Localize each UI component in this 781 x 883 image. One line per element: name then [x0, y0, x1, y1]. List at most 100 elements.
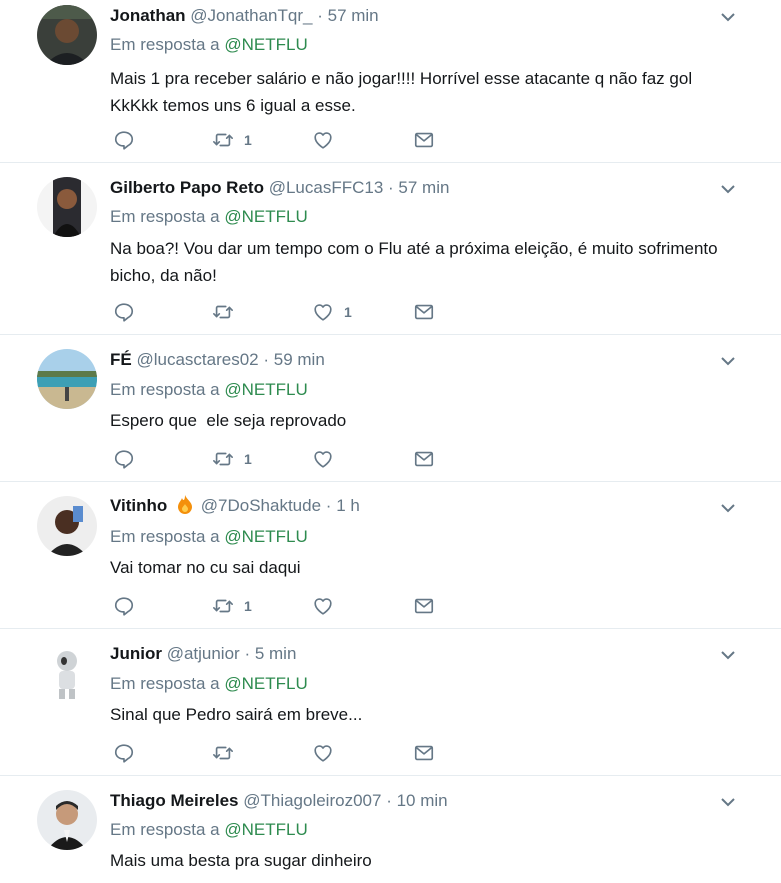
separator: · — [325, 496, 332, 515]
tweet-text: Mais 1 pra receber salário e não jogar!!… — [110, 65, 750, 119]
username[interactable]: @lucasctares02 — [136, 350, 258, 369]
username[interactable]: @Thiagoleiroz007 — [243, 791, 381, 810]
tweet-actions: 1 — [110, 128, 450, 152]
heart-icon — [314, 132, 332, 149]
like-button[interactable] — [312, 447, 344, 471]
chevron-down-icon[interactable] — [720, 182, 736, 196]
reply-icon — [114, 131, 134, 150]
timestamp[interactable]: 5 min — [255, 644, 297, 663]
reply-context: Em resposta a @NETFLU — [110, 206, 308, 228]
retweet-button[interactable]: 1 — [212, 447, 252, 471]
retweet-button[interactable]: 1 — [212, 128, 252, 152]
reply-button[interactable] — [113, 300, 135, 324]
tweet-text: Vai tomar no cu sai daqui — [110, 554, 750, 581]
username[interactable]: @7DoShaktude — [201, 496, 321, 515]
chevron-down-icon[interactable] — [720, 501, 736, 515]
envelope-icon — [414, 451, 434, 467]
timestamp[interactable]: 1 h — [336, 496, 360, 515]
avatar[interactable] — [37, 643, 97, 703]
like-count: 1 — [344, 304, 352, 320]
tweet-header: Jonathan @JonathanTqr_ · 57 min — [110, 5, 379, 27]
tweet-text-line: Mais 1 pra receber salário e não jogar!!… — [110, 69, 693, 88]
direct-message-button[interactable] — [413, 300, 435, 324]
envelope-icon — [414, 304, 434, 320]
avatar[interactable] — [37, 177, 97, 237]
mention-link[interactable]: @NETFLU — [224, 674, 307, 693]
mention-link[interactable]: @NETFLU — [224, 35, 307, 54]
heart-icon — [314, 451, 332, 468]
tweet-header: Gilberto Papo Reto @LucasFFC13 · 57 min — [110, 177, 449, 199]
chevron-down-icon[interactable] — [720, 10, 736, 24]
avatar[interactable] — [37, 349, 97, 409]
tweet[interactable]: Thiago Meireles @Thiagoleiroz007 · 10 mi… — [0, 776, 781, 883]
retweet-icon — [213, 452, 233, 466]
mention-link[interactable]: @NETFLU — [224, 527, 307, 546]
heart-icon — [314, 598, 332, 615]
retweet-icon — [213, 599, 233, 613]
separator: · — [263, 350, 270, 369]
timestamp[interactable]: 57 min — [398, 178, 449, 197]
display-name[interactable]: Vitinho — [110, 496, 167, 515]
chevron-down-icon[interactable] — [720, 648, 736, 662]
chevron-down-icon[interactable] — [720, 795, 736, 809]
reply-button[interactable] — [113, 447, 135, 471]
tweet-header: Thiago Meireles @Thiagoleiroz007 · 10 mi… — [110, 790, 448, 812]
direct-message-button[interactable] — [413, 128, 435, 152]
retweet-icon — [213, 746, 233, 760]
tweet[interactable]: FÉ @lucasctares02 · 59 min Em resposta a… — [0, 335, 781, 482]
direct-message-button[interactable] — [413, 447, 435, 471]
envelope-icon — [414, 132, 434, 148]
separator: · — [386, 791, 392, 810]
like-button[interactable] — [312, 594, 344, 618]
reply-prefix: Em resposta a — [110, 380, 220, 399]
direct-message-button[interactable] — [413, 741, 435, 765]
tweet[interactable]: Jonathan @JonathanTqr_ · 57 min Em respo… — [0, 0, 781, 163]
timestamp[interactable]: 10 min — [397, 791, 448, 810]
retweet-button[interactable] — [212, 741, 244, 765]
username[interactable]: @atjunior — [167, 644, 240, 663]
avatar[interactable] — [37, 790, 97, 850]
envelope-icon — [414, 745, 434, 761]
display-name[interactable]: FÉ — [110, 350, 132, 369]
reply-button[interactable] — [113, 741, 135, 765]
tweet[interactable]: Junior @atjunior · 5 min Em resposta a @… — [0, 629, 781, 776]
timestamp[interactable]: 59 min — [274, 350, 325, 369]
timestamp[interactable]: 57 min — [328, 6, 379, 25]
retweet-count: 1 — [244, 132, 252, 148]
tweet-header: FÉ @lucasctares02 · 59 min — [110, 349, 325, 371]
display-name[interactable]: Jonathan — [110, 6, 186, 25]
display-name[interactable]: Junior — [110, 644, 162, 663]
mention-link[interactable]: @NETFLU — [224, 380, 307, 399]
retweet-icon — [213, 133, 233, 147]
reply-prefix: Em resposta a — [110, 674, 220, 693]
like-button[interactable] — [312, 741, 344, 765]
username[interactable]: @LucasFFC13 — [269, 178, 384, 197]
tweet-text-line: Na boa?! Vou dar um tempo com o Flu até … — [110, 239, 718, 258]
like-button[interactable]: 1 — [312, 300, 352, 324]
reply-context: Em resposta a @NETFLU — [110, 673, 308, 695]
retweet-button[interactable]: 1 — [212, 594, 252, 618]
tweet-text-line: Vai tomar no cu sai daqui — [110, 558, 301, 577]
tweet[interactable]: Gilberto Papo Reto @LucasFFC13 · 57 min … — [0, 163, 781, 335]
avatar[interactable] — [37, 496, 97, 556]
tweet-text: Sinal que Pedro sairá em breve... — [110, 701, 750, 728]
chevron-down-icon[interactable] — [720, 354, 736, 368]
username[interactable]: @JonathanTqr_ — [190, 6, 312, 25]
mention-link[interactable]: @NETFLU — [224, 820, 307, 839]
reply-button[interactable] — [113, 128, 135, 152]
display-name[interactable]: Thiago Meireles — [110, 791, 238, 810]
tweet-text: Na boa?! Vou dar um tempo com o Flu até … — [110, 235, 750, 289]
reply-prefix: Em resposta a — [110, 207, 220, 226]
like-button[interactable] — [312, 128, 344, 152]
retweet-count: 1 — [244, 598, 252, 614]
tweet[interactable]: Vitinho @7DoShaktude · 1 h Em resposta a… — [0, 482, 781, 629]
direct-message-button[interactable] — [413, 594, 435, 618]
retweet-icon — [213, 305, 233, 319]
mention-link[interactable]: @NETFLU — [224, 207, 307, 226]
retweet-button[interactable] — [212, 300, 244, 324]
reply-button[interactable] — [113, 594, 135, 618]
tweet-actions: 1 — [110, 447, 450, 471]
display-name[interactable]: Gilberto Papo Reto — [110, 178, 264, 197]
avatar[interactable] — [37, 5, 97, 65]
tweet-actions: 1 — [110, 594, 450, 618]
